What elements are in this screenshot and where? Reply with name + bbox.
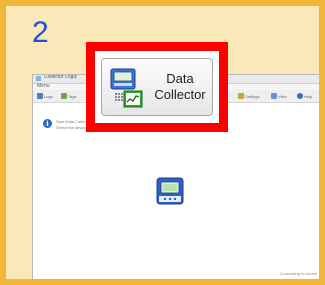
toolbar-button-tags[interactable]: Tags: [61, 92, 76, 100]
toolbar-button-help[interactable]: Help: [297, 92, 312, 100]
status-text: Connecting to device: [279, 271, 317, 276]
info-message: i Start Data Collector Select the device: [43, 119, 91, 130]
app-title: Collector Logic: [44, 74, 78, 80]
info-icon: i: [43, 119, 52, 128]
data-collector-icon: [110, 67, 144, 109]
data-collector-label-line1: Data: [166, 71, 194, 86]
data-logger-device-icon[interactable]: [155, 175, 185, 207]
data-collector-button[interactable]: Data Collector: [101, 58, 213, 116]
folder-icon: [37, 93, 43, 99]
highlight-frame: Data Collector: [86, 42, 228, 132]
step-number: 2: [32, 16, 49, 49]
app-icon: [36, 76, 41, 81]
tag-icon: [61, 93, 67, 99]
toolbar-button-label: View: [278, 93, 287, 99]
settings-icon: [238, 93, 244, 99]
toolbar-button-label: Logs: [44, 93, 53, 99]
tutorial-step-panel: 2 Collector Logic Menu Logs Tags Setting…: [0, 0, 325, 285]
toolbar-button-view[interactable]: View: [271, 92, 287, 100]
toolbar-button-label: Settings: [245, 93, 260, 99]
toolbar-button-label: Help: [304, 93, 313, 99]
toolbar-button-logs[interactable]: Logs: [37, 92, 53, 100]
view-icon: [271, 93, 277, 99]
data-collector-label-line2: Collector: [154, 87, 206, 102]
toolbar-button-settings[interactable]: Settings: [238, 92, 259, 100]
toolbar-button-label: Tags: [68, 93, 77, 99]
menu-label[interactable]: Menu: [37, 83, 50, 89]
help-icon: [297, 93, 303, 99]
data-collector-label: Data Collector: [148, 71, 212, 103]
